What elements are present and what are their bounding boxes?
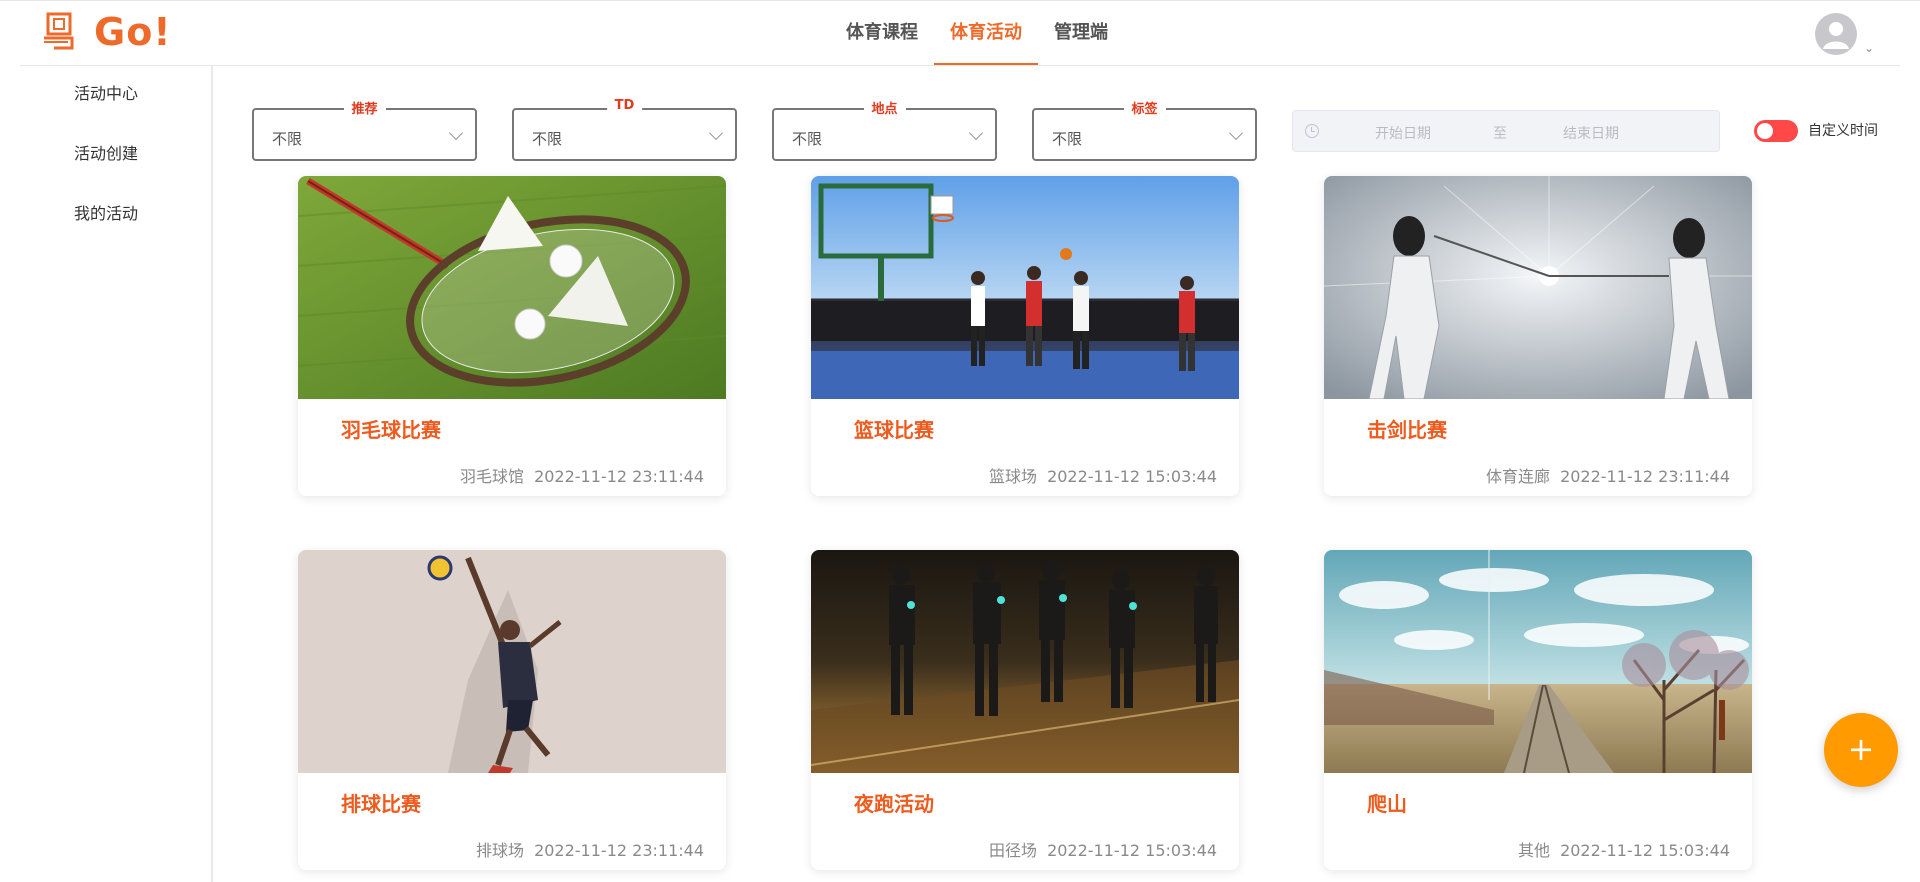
start-date-input[interactable]: 开始日期: [1375, 123, 1431, 143]
filter-label: 标签: [1123, 98, 1166, 117]
filter-td-select[interactable]: TD 不限: [512, 98, 737, 161]
filter-value: 不限: [1052, 130, 1083, 148]
activity-card[interactable]: 爬山 其他 2022-11-12 15:03:44: [1324, 550, 1752, 870]
date-range-picker[interactable]: 开始日期 至 结束日期: [1292, 110, 1720, 152]
chevron-down-icon[interactable]: ⌄: [1864, 41, 1874, 55]
filter-location-select[interactable]: 地点 不限: [772, 98, 997, 161]
activity-meta: 体育连廊 2022-11-12 23:11:44: [1486, 463, 1730, 487]
activity-meta: 田径场 2022-11-12 15:03:44: [989, 837, 1217, 861]
tab-sports-activities[interactable]: 体育活动: [934, 1, 1038, 65]
filter-label: 推荐: [343, 98, 386, 117]
end-date-input[interactable]: 结束日期: [1563, 123, 1619, 143]
sidebar-item-activity-create[interactable]: 活动创建: [20, 125, 211, 185]
fencing-image: [1324, 176, 1752, 399]
activity-location: 排球场: [476, 841, 525, 860]
activity-time: 2022-11-12 15:03:44: [1560, 841, 1730, 860]
filter-value: 不限: [792, 130, 823, 148]
volleyball-image: [298, 550, 726, 773]
activity-location: 其他: [1518, 841, 1551, 860]
chevron-down-icon: [448, 125, 464, 141]
sidebar-item-activity-center[interactable]: 活动中心: [20, 65, 211, 125]
custom-time-label: 自定义时间: [1808, 123, 1878, 139]
filter-label: 地点: [863, 98, 906, 117]
top-header: Go! 体育课程 体育活动 管理端 ⌄: [0, 0, 1920, 66]
activity-card[interactable]: 击剑比赛 体育连廊 2022-11-12 23:11:44: [1324, 176, 1752, 496]
tab-admin[interactable]: 管理端: [1038, 1, 1124, 65]
activity-location: 体育连廊: [1486, 467, 1551, 486]
filter-recommend-select[interactable]: 推荐 不限: [252, 98, 477, 161]
custom-time-toggle[interactable]: [1754, 120, 1798, 142]
activity-meta: 排球场 2022-11-12 23:11:44: [476, 837, 704, 861]
activity-title: 排球比赛: [341, 792, 421, 816]
filter-tag-select[interactable]: 标签 不限: [1032, 98, 1257, 161]
basketball-image: [811, 176, 1239, 399]
activity-meta: 篮球场 2022-11-12 15:03:44: [989, 463, 1217, 487]
badminton-image: [298, 176, 726, 399]
activity-meta: 其他 2022-11-12 15:03:44: [1518, 837, 1730, 861]
activity-time: 2022-11-12 15:03:44: [1047, 467, 1217, 486]
filter-value: 不限: [272, 130, 303, 148]
activity-location: 篮球场: [989, 467, 1038, 486]
activity-title: 篮球比赛: [854, 418, 934, 442]
activity-card[interactable]: 篮球比赛 篮球场 2022-11-12 15:03:44: [811, 176, 1239, 496]
activity-title: 爬山: [1367, 792, 1407, 816]
landscape-image: [1324, 550, 1752, 773]
activity-time: 2022-11-12 23:11:44: [1560, 467, 1730, 486]
logo[interactable]: Go!: [42, 9, 172, 55]
clock-icon: [1305, 124, 1319, 138]
sidebar-item-my-activities[interactable]: 我的活动: [20, 185, 211, 245]
activity-time: 2022-11-12 23:11:44: [534, 841, 704, 860]
main-nav: 体育课程 体育活动 管理端: [830, 1, 1124, 65]
user-avatar-icon[interactable]: [1815, 13, 1857, 55]
add-activity-button[interactable]: +: [1824, 713, 1898, 787]
header-divider: [20, 65, 1900, 66]
activity-card[interactable]: 羽毛球比赛 羽毛球馆 2022-11-12 23:11:44: [298, 176, 726, 496]
activity-location: 田径场: [989, 841, 1038, 860]
logo-icon: [42, 12, 80, 52]
activity-time: 2022-11-12 15:03:44: [1047, 841, 1217, 860]
filter-value: 不限: [532, 130, 563, 148]
activity-title: 夜跑活动: [854, 792, 934, 816]
activity-card[interactable]: 夜跑活动 田径场 2022-11-12 15:03:44: [811, 550, 1239, 870]
filter-label: TD: [606, 98, 643, 113]
activity-card[interactable]: 排球比赛 排球场 2022-11-12 23:11:44: [298, 550, 726, 870]
toggle-knob: [1757, 123, 1773, 139]
sidebar: 活动中心 活动创建 我的活动: [20, 65, 213, 882]
chevron-down-icon: [968, 125, 984, 141]
activity-time: 2022-11-12 23:11:44: [534, 467, 704, 486]
chevron-down-icon: [708, 125, 724, 141]
night-run-image: [811, 550, 1239, 773]
tab-sports-courses[interactable]: 体育课程: [830, 1, 934, 65]
activity-title: 击剑比赛: [1367, 418, 1447, 442]
logo-text: Go!: [94, 10, 172, 54]
chevron-down-icon: [1228, 125, 1244, 141]
activity-meta: 羽毛球馆 2022-11-12 23:11:44: [460, 463, 704, 487]
date-range-separator: 至: [1493, 126, 1507, 142]
activity-location: 羽毛球馆: [460, 467, 525, 486]
activity-title: 羽毛球比赛: [341, 418, 441, 442]
